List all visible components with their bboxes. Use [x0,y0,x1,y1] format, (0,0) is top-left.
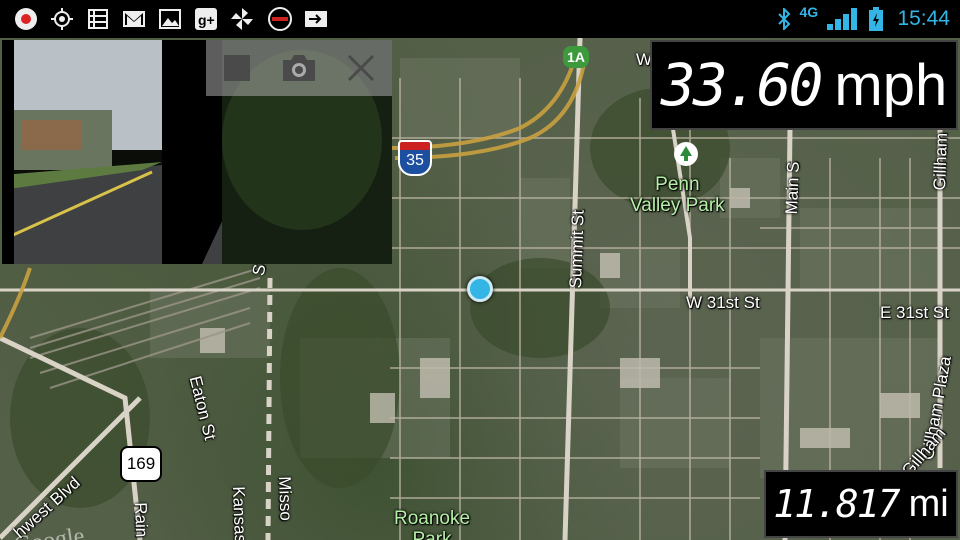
voicemail-icon [268,7,292,31]
us169-shield: 169 [120,446,162,482]
label-w-31st-st: W 31st St [686,293,760,312]
stop-recording-button[interactable] [219,50,255,86]
gallery-icon [159,9,181,29]
park-tree-icon [674,142,698,166]
close-camera-button[interactable] [343,50,379,86]
distance-value: 11.817 [773,482,900,526]
label-kansas: Kansas [229,486,250,540]
status-bar: g+ 4G 15:44 [0,0,960,38]
take-photo-button[interactable] [281,50,317,86]
current-location-marker [467,276,493,302]
distance-unit: mi [908,482,949,525]
camera-icon [283,55,315,81]
camera-toolbar [206,40,392,96]
label-gillham: Gillham [930,132,951,191]
label-main-st: Main S [782,161,803,215]
speed-value: 33.60 [660,51,824,119]
lte-signal-icon: 4G [799,4,861,32]
battery-charging-icon [869,7,884,31]
bluetooth-icon [778,8,791,30]
label-roanoke-park: Roanoke Park [394,508,471,540]
label-missouri: Misso [275,476,296,522]
distance-readout: 11.817 mi [764,470,958,538]
stop-icon [224,55,250,81]
exit-1a-badge: 1A [563,46,589,68]
svg-text:g+: g+ [198,12,215,28]
speed-unit: mph [834,52,948,118]
speed-readout: 33.60 mph [650,40,958,130]
gmail-icon [123,11,145,27]
label-penn-valley-park: Penn Valley Park [630,174,725,216]
i35-shield: 35 [398,140,432,176]
label-summit-st: Summit St [566,209,588,289]
label-e-31st-st: E 31st St [880,303,949,322]
close-icon [347,54,375,82]
label-rain: Rain [131,502,152,538]
record-icon [15,8,37,30]
pinwheel-icon [231,8,253,30]
forward-icon [305,11,327,27]
google-plus-icon: g+ [195,8,217,30]
gps-target-icon [51,8,73,30]
list-icon [88,9,108,29]
clock: 15:44 [897,7,950,30]
